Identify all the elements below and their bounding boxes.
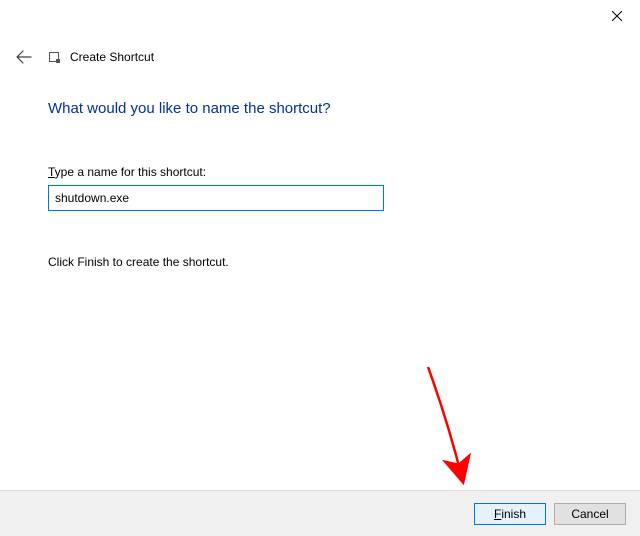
titlebar	[0, 0, 640, 32]
wizard-header: Create Shortcut	[10, 42, 640, 72]
name-field-label: Type a name for this shortcut:	[48, 165, 600, 179]
finish-button[interactable]: Finish	[474, 503, 546, 525]
close-icon	[612, 11, 622, 21]
shortcut-name-input[interactable]	[48, 185, 384, 211]
close-button[interactable]	[594, 0, 640, 32]
instruction-text: Click Finish to create the shortcut.	[48, 255, 600, 269]
page-heading: What would you like to name the shortcut…	[48, 100, 600, 117]
wizard-footer: Finish Cancel	[0, 490, 640, 536]
cancel-button[interactable]: Cancel	[554, 503, 626, 525]
back-button[interactable]	[10, 43, 38, 71]
arrow-left-icon	[16, 50, 32, 64]
wizard-content: What would you like to name the shortcut…	[48, 100, 600, 269]
shortcut-icon	[46, 49, 62, 65]
wizard-title: Create Shortcut	[70, 50, 154, 64]
annotation-arrow	[398, 362, 478, 492]
